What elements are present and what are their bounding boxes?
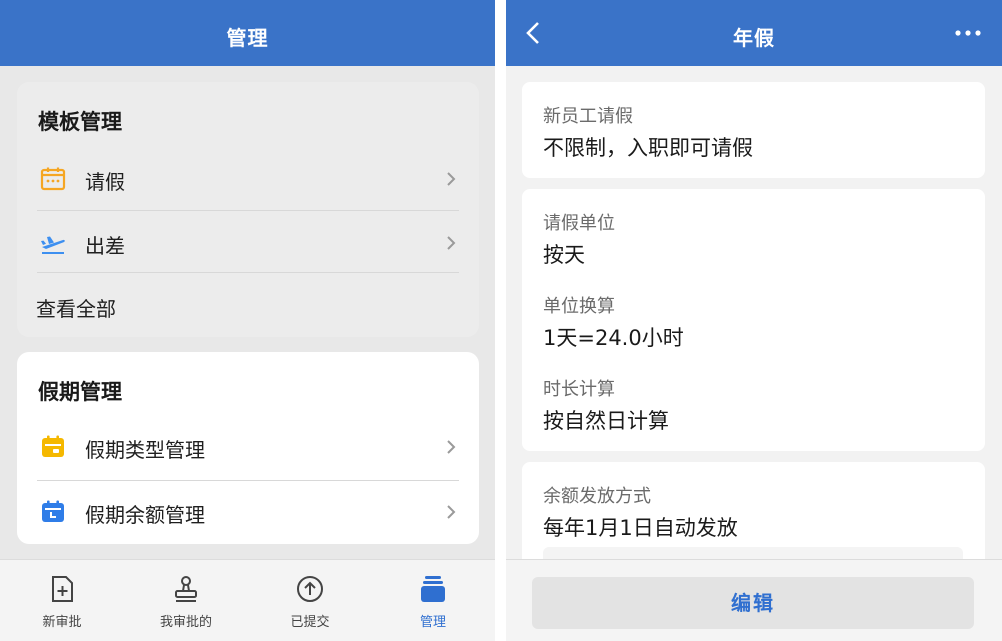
tab-new-approval[interactable]: 新审批 xyxy=(0,560,124,641)
tab-label: 管理 xyxy=(419,615,446,630)
field-label: 请假单位 xyxy=(543,213,615,234)
holiday-item-label: 假期类型管理 xyxy=(85,438,205,462)
field-label: 新员工请假 xyxy=(543,106,633,127)
annual-leave-detail-screen: 年假 新员工请假 不限制，入职即可请假 请假单位 按天 单位换算 1天=24.0… xyxy=(506,0,1002,641)
section-title: 模板管理 xyxy=(38,110,122,134)
holiday-type-management-item[interactable]: 假期类型管理 xyxy=(37,418,459,476)
new-document-icon xyxy=(52,576,73,602)
divider xyxy=(37,272,459,273)
template-item-label: 请假 xyxy=(85,170,125,194)
tab-my-approvals[interactable]: 我审批的 xyxy=(124,560,248,641)
management-screen: 管理 模板管理 请假 出差 查看全部 假期管理 假期类型管理 假期余额管理 新审… xyxy=(0,0,495,641)
chevron-right-icon xyxy=(447,172,456,186)
tab-label: 已提交 xyxy=(290,615,330,630)
field-value: 1天=24.0小时 xyxy=(543,326,684,350)
chevron-right-icon xyxy=(447,440,456,454)
holiday-balance-management-item[interactable]: 假期余额管理 xyxy=(37,483,459,541)
calendar-icon xyxy=(40,167,66,191)
holiday-item-label: 假期余额管理 xyxy=(85,503,205,527)
calendar-filled-icon xyxy=(42,435,64,457)
field-label: 余额发放方式 xyxy=(543,486,651,507)
chevron-right-icon xyxy=(447,505,456,519)
calendar-clock-icon xyxy=(42,500,64,522)
template-item-business-trip[interactable]: 出差 xyxy=(37,214,459,272)
template-item-leave[interactable]: 请假 xyxy=(37,150,459,208)
airplane-takeoff-icon xyxy=(41,236,65,254)
more-options-icon[interactable] xyxy=(954,28,982,38)
view-all-link[interactable]: 查看全部 xyxy=(36,293,116,322)
tab-label: 我审批的 xyxy=(159,615,212,630)
navbar: 管理 xyxy=(0,0,495,66)
leave-unit-card: 请假单位 按天 单位换算 1天=24.0小时 时长计算 按自然日计算 xyxy=(522,189,985,451)
field-value: 不限制，入职即可请假 xyxy=(543,136,753,160)
chevron-right-icon xyxy=(447,236,456,250)
template-item-label: 出差 xyxy=(85,234,125,258)
field-value: 按天 xyxy=(543,243,585,267)
field-value: 每年1月1日自动发放 xyxy=(543,516,738,540)
field-value: 按自然日计算 xyxy=(543,409,669,433)
stack-icon xyxy=(421,576,445,602)
bottom-action-bar: 编辑 xyxy=(506,559,1002,641)
navbar: 年假 xyxy=(506,0,1002,66)
holiday-management-card: 假期管理 假期类型管理 假期余额管理 xyxy=(17,352,479,544)
field-label: 单位换算 xyxy=(543,296,615,317)
upload-circle-icon xyxy=(297,576,323,602)
template-management-card: 模板管理 请假 出差 查看全部 xyxy=(17,82,479,337)
page-title: 管理 xyxy=(226,26,269,50)
page-title: 年假 xyxy=(733,26,775,50)
field-label: 时长计算 xyxy=(543,379,615,400)
tab-management[interactable]: 管理 xyxy=(371,560,495,641)
divider xyxy=(37,480,459,481)
bottom-tab-bar: 新审批 我审批的 已提交 管理 xyxy=(0,559,495,641)
stamp-icon xyxy=(175,576,197,602)
divider xyxy=(37,210,459,211)
edit-button[interactable]: 编辑 xyxy=(532,577,974,629)
new-employee-leave-card: 新员工请假 不限制，入职即可请假 xyxy=(522,82,985,178)
tab-submitted[interactable]: 已提交 xyxy=(248,560,372,641)
tab-label: 新审批 xyxy=(42,615,82,630)
section-title: 假期管理 xyxy=(38,380,122,404)
